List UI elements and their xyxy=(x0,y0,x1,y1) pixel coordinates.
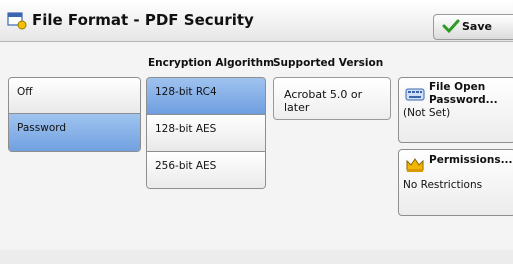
encryption-256-aes-label: 256-bit AES xyxy=(155,160,217,172)
save-button-label: Save xyxy=(462,20,492,33)
file-open-password-label-line2: Password... xyxy=(429,94,498,106)
file-open-password-label-line1: File Open xyxy=(429,81,486,93)
file-open-password-button[interactable]: File Open Password... (Not Set) xyxy=(398,77,513,143)
encryption-algorithm-header: Encryption Algorithm xyxy=(148,57,275,69)
security-off-option[interactable]: Off xyxy=(9,78,140,114)
save-button[interactable]: Save xyxy=(433,14,513,40)
pdf-file-icon xyxy=(7,12,27,30)
permissions-value: No Restrictions xyxy=(403,179,483,191)
page-title: File Format - PDF Security xyxy=(32,11,254,29)
security-off-label: Off xyxy=(17,86,33,98)
bottom-strip xyxy=(0,250,513,264)
encryption-128-aes-option[interactable]: 128-bit AES xyxy=(147,115,265,152)
file-open-password-value: (Not Set) xyxy=(403,107,451,119)
security-password-label: Password xyxy=(17,122,67,134)
encryption-128-rc4-label: 128-bit RC4 xyxy=(155,86,217,98)
crown-icon xyxy=(405,157,425,173)
permissions-label: Permissions... xyxy=(429,154,513,166)
supported-version-value: Acrobat 5.0 or later xyxy=(284,88,363,114)
encryption-128-rc4-option[interactable]: 128-bit RC4 xyxy=(147,78,265,115)
encryption-256-aes-option[interactable]: 256-bit AES xyxy=(147,152,265,188)
security-options: Off Password xyxy=(8,77,141,152)
main-content: Off Password Encryption Algorithm 128-bi… xyxy=(0,42,513,264)
title-bar: File Format - PDF Security Save xyxy=(0,0,513,42)
checkmark-icon xyxy=(442,18,460,34)
security-password-option[interactable]: Password xyxy=(9,114,140,151)
encryption-128-aes-label: 128-bit AES xyxy=(155,123,217,135)
supported-version-header: Supported Version xyxy=(273,57,384,69)
supported-version-box: Acrobat 5.0 or later xyxy=(273,77,391,120)
encryption-options: 128-bit RC4 128-bit AES 256-bit AES xyxy=(146,77,266,189)
keyboard-icon xyxy=(405,86,425,102)
permissions-button[interactable]: Permissions... No Restrictions xyxy=(398,149,513,216)
